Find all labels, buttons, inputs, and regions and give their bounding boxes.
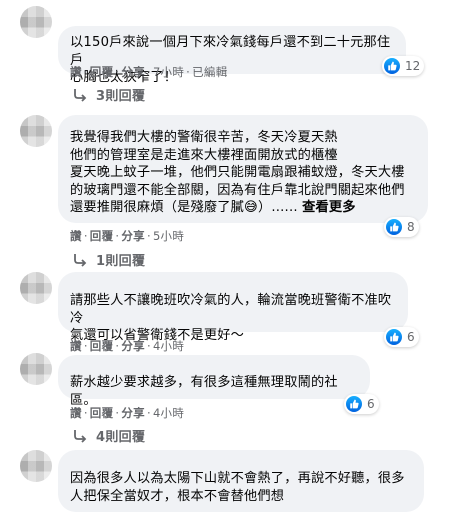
- reply-arrow-icon: [74, 88, 87, 102]
- reaction-number: 12: [405, 59, 421, 73]
- share-button[interactable]: 分享: [121, 339, 145, 353]
- share-button[interactable]: 分享: [121, 65, 145, 79]
- reaction-count[interactable]: 6: [344, 394, 379, 414]
- avatar[interactable]: [20, 272, 52, 304]
- replies-label: 1則回覆: [96, 254, 146, 269]
- like-reaction-icon: [346, 396, 362, 412]
- reply-button[interactable]: 回覆: [90, 229, 114, 243]
- reply-button[interactable]: 回覆: [90, 65, 114, 79]
- timestamp[interactable]: 4小時: [153, 406, 184, 420]
- comment-text: 薪水越少要求越多，有很多這種無理取鬧的社區。: [70, 375, 338, 408]
- replies-label: 3則回覆: [96, 89, 146, 104]
- comment-bubble: 因為很多人以為太陽下山就不會熱了，再說不好聽，很多 人把保全當奴才，根本不會替他…: [58, 450, 424, 512]
- like-button[interactable]: 讚: [70, 229, 82, 243]
- avatar[interactable]: [20, 450, 52, 482]
- comment-actions: 讚 · 回覆 · 分享 · 7小時 · 已編輯: [70, 65, 228, 79]
- like-button[interactable]: 讚: [70, 339, 82, 353]
- like-reaction-icon: [384, 58, 400, 74]
- reply-arrow-icon: [74, 429, 87, 443]
- reply-arrow-icon: [74, 253, 87, 267]
- view-replies-button[interactable]: 3則回覆: [72, 85, 145, 104]
- view-replies-button[interactable]: 1則回覆: [72, 250, 145, 269]
- comment-text: 我覺得我們大樓的警衛很辛苦，冬天冷夏天熱 他們的管理室是走進來大樓裡面開放式的櫃…: [70, 130, 405, 215]
- view-replies-button[interactable]: 4則回覆: [72, 426, 145, 445]
- like-button[interactable]: 讚: [70, 406, 82, 420]
- reaction-count[interactable]: 12: [382, 56, 425, 76]
- comment-actions: 讚 · 回覆 · 分享 · 4小時: [70, 339, 185, 353]
- share-button[interactable]: 分享: [121, 406, 145, 420]
- timestamp[interactable]: 4小時: [153, 339, 184, 353]
- replies-label: 4則回覆: [96, 430, 146, 445]
- like-reaction-icon: [386, 329, 402, 345]
- reaction-number: 6: [367, 397, 375, 411]
- comment-text: 請那些人不讓晚班吹冷氣的人，輪流當晚班警衛不准吹冷 氣還可以省警衛錢不是更好～: [70, 293, 392, 343]
- avatar[interactable]: [20, 115, 52, 147]
- timestamp[interactable]: 7小時: [153, 65, 184, 79]
- comment-bubble: 我覺得我們大樓的警衛很辛苦，冬天冷夏天熱 他們的管理室是走進來大樓裡面開放式的櫃…: [58, 115, 428, 223]
- avatar[interactable]: [20, 6, 52, 38]
- like-reaction-icon: [386, 219, 402, 235]
- edited-label[interactable]: 已編輯: [192, 65, 227, 79]
- share-button[interactable]: 分享: [121, 229, 145, 243]
- comment-actions: 讚 · 回覆 · 分享 · 4小時: [70, 406, 185, 420]
- see-more-link[interactable]: 查看更多: [302, 200, 356, 215]
- reply-button[interactable]: 回覆: [90, 339, 114, 353]
- comment-text: 因為很多人以為太陽下山就不會熱了，再說不好聽，很多 人把保全當奴才，根本不會替他…: [70, 471, 405, 504]
- reply-button[interactable]: 回覆: [90, 406, 114, 420]
- reaction-count[interactable]: 6: [384, 327, 419, 347]
- comment-actions: 讚 · 回覆 · 分享 · 5小時: [70, 229, 185, 243]
- avatar[interactable]: [20, 353, 52, 385]
- timestamp[interactable]: 5小時: [153, 229, 184, 243]
- reaction-count[interactable]: 8: [384, 217, 419, 237]
- reaction-number: 8: [407, 220, 415, 234]
- like-button[interactable]: 讚: [70, 65, 82, 79]
- comment-bubble: 薪水越少要求越多，有很多這種無理取鬧的社區。: [58, 355, 370, 408]
- reaction-number: 6: [407, 330, 415, 344]
- comment-bubble: 請那些人不讓晚班吹冷氣的人，輪流當晚班警衛不准吹冷 氣還可以省警衛錢不是更好～: [58, 272, 408, 343]
